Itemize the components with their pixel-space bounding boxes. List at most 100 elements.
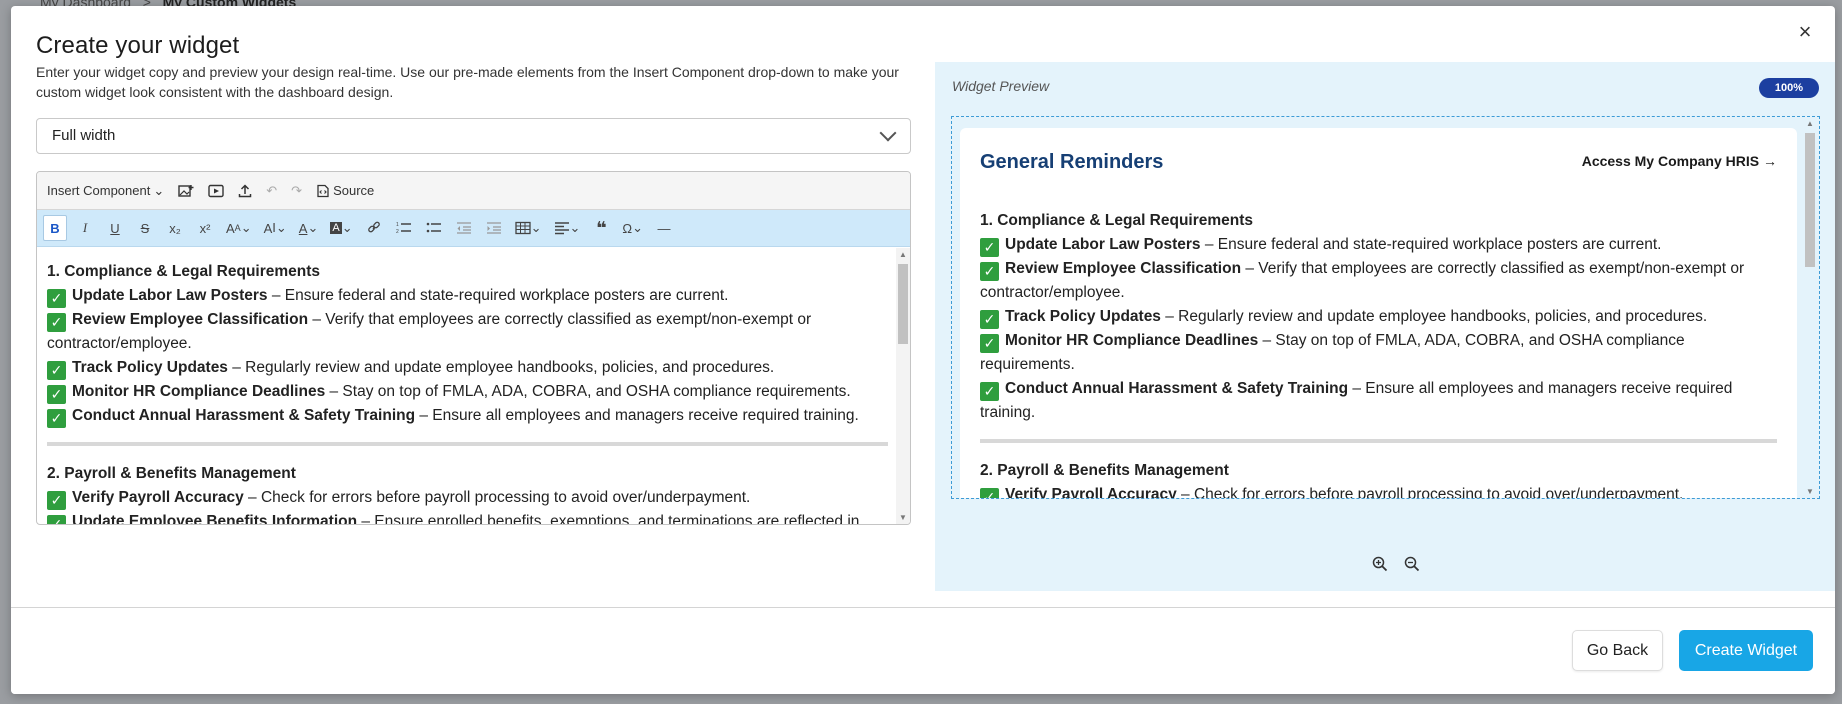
insert-component-label: Insert Component: [47, 183, 151, 198]
create-widget-modal: × Create your widget Enter your widget c…: [11, 6, 1835, 694]
background-color-dropdown[interactable]: A ⌄: [327, 215, 355, 241]
section-heading: 2. Payroll & Benefits Management: [980, 462, 1229, 479]
checklist-item-title: Track Policy Updates: [1005, 308, 1161, 325]
insert-media-icon[interactable]: [208, 184, 224, 198]
background-color-icon: A: [330, 222, 342, 234]
redo-icon[interactable]: ↷: [291, 183, 302, 199]
font-family-icon: A: [263, 220, 273, 236]
checklist-item-title: Conduct Annual Harassment & Safety Train…: [72, 407, 416, 424]
checklist-item: ✓ Track Policy Updates – Regularly review…: [47, 356, 888, 380]
strikethrough-button[interactable]: S: [133, 215, 157, 241]
svg-text:2: 2: [396, 229, 399, 235]
section-heading: 1. Compliance & Legal Requirements: [980, 212, 1254, 229]
font-color-icon: A: [298, 220, 308, 236]
editor-content[interactable]: 1. Compliance & Legal Requirements ✓ Updat…: [47, 260, 888, 524]
width-select[interactable]: Full width: [36, 118, 911, 154]
zoom-level-badge: 100%: [1759, 78, 1819, 98]
chevron-down-icon: ⌄: [153, 182, 165, 198]
widget-preview-panel: Widget Preview 100% General Reminders Ac…: [935, 62, 1835, 591]
checklist-item: ✓ Conduct Annual Harassment & Safety Trai…: [47, 404, 888, 428]
scroll-up-arrow-icon[interactable]: ▲: [1806, 119, 1814, 128]
checklist-item-text: – Ensure federal and state-required work…: [1200, 236, 1662, 253]
checklist-item-title: Update Employee Benefits Information: [72, 513, 358, 524]
link-icon[interactable]: [362, 215, 386, 241]
numbered-list-icon[interactable]: 12: [392, 215, 416, 241]
checklist-item-text: – Check for errors before payroll proces…: [243, 489, 751, 506]
checklist-item: ✓ Monitor HR Compliance Deadlines – Stay …: [980, 329, 1777, 377]
checklist-item-text: – Regularly review and update employee h…: [227, 359, 775, 376]
widget-link[interactable]: Access My Company HRIS →: [1582, 153, 1777, 169]
editor-toolbar-top: Insert Component ⌄ ↶ ↷ Source: [37, 172, 910, 210]
horizontal-line-icon[interactable]: —: [652, 215, 676, 241]
special-character-dropdown[interactable]: Ω ⌄: [619, 215, 646, 241]
checklist-item: ✓ Verify Payroll Accuracy – Check for err…: [47, 486, 888, 510]
indent-icon[interactable]: [482, 215, 506, 241]
checklist-item: ✓ Update Employee Benefits Information – …: [47, 510, 888, 524]
bold-button[interactable]: B: [43, 215, 67, 241]
checklist-item: ✓ Monitor HR Compliance Deadlines – Stay …: [47, 380, 888, 404]
editor-scrollbar[interactable]: ▲ ▼: [896, 248, 910, 524]
table-icon: [514, 221, 531, 235]
font-size-icon: A: [226, 220, 235, 236]
checklist-item: ✓ Review Employee Classification – Verify…: [980, 257, 1777, 305]
scrollbar-thumb[interactable]: [1805, 133, 1815, 267]
zoom-in-icon[interactable]: [1372, 556, 1388, 577]
modal-description: Enter your widget copy and preview your …: [36, 64, 899, 100]
widget-title: General Reminders: [980, 151, 1164, 173]
zoom-out-icon[interactable]: [1404, 556, 1420, 577]
omega-icon: Ω: [622, 220, 633, 236]
checklist-item: ✓ Update Labor Law Posters – Ensure feder…: [47, 284, 888, 308]
checkmark-icon: ✓: [980, 310, 999, 329]
superscript-button[interactable]: x²: [193, 215, 217, 241]
preview-scrollbar[interactable]: ▲ ▼: [1803, 117, 1817, 498]
checklist-item: ✓ Conduct Annual Harassment & Safety Trai…: [980, 377, 1777, 425]
preview-widget-card: General Reminders Access My Company HRIS…: [960, 128, 1797, 499]
outdent-icon[interactable]: [452, 215, 476, 241]
undo-icon[interactable]: ↶: [266, 183, 277, 199]
scrollbar-thumb[interactable]: [898, 264, 908, 344]
upload-icon[interactable]: [238, 183, 252, 198]
align-left-icon: [554, 222, 569, 235]
checkmark-icon: ✓: [47, 361, 66, 380]
close-icon[interactable]: ×: [1793, 20, 1817, 44]
scroll-down-arrow-icon[interactable]: ▼: [899, 513, 907, 522]
font-color-dropdown[interactable]: A ⌄: [296, 215, 322, 241]
modal-footer: Go Back Create Widget: [11, 607, 1835, 694]
table-dropdown[interactable]: ⌄: [512, 215, 545, 241]
align-dropdown[interactable]: ⌄: [551, 215, 584, 241]
width-select-value: Full width: [52, 127, 116, 144]
checklist-item-title: Track Policy Updates: [72, 359, 228, 376]
checkmark-icon: ✓: [980, 238, 999, 257]
create-widget-button[interactable]: Create Widget: [1679, 630, 1813, 671]
checklist-item-title: Monitor HR Compliance Deadlines: [1005, 332, 1259, 349]
checkmark-icon: ✓: [47, 409, 66, 428]
source-button[interactable]: Source: [316, 183, 374, 198]
checklist-item: ✓ Update Labor Law Posters – Ensure feder…: [980, 233, 1777, 257]
go-back-button[interactable]: Go Back: [1572, 630, 1663, 671]
underline-button[interactable]: U: [103, 215, 127, 241]
subscript-button[interactable]: x₂: [163, 215, 187, 241]
insert-component-dropdown[interactable]: Insert Component ⌄: [47, 183, 164, 199]
scroll-up-arrow-icon[interactable]: ▲: [899, 250, 907, 259]
insert-image-icon[interactable]: [178, 184, 194, 198]
preview-label: Widget Preview: [952, 78, 1050, 94]
checklist-item-title: Monitor HR Compliance Deadlines: [72, 383, 326, 400]
horizontal-divider: [980, 439, 1777, 443]
bulleted-list-icon[interactable]: [422, 215, 446, 241]
editor-content-area[interactable]: 1. Compliance & Legal Requirements ✓ Updat…: [37, 248, 910, 524]
font-family-dropdown[interactable]: A I⌄: [261, 215, 290, 241]
blockquote-icon[interactable]: ❝: [589, 215, 613, 241]
editor-toolbar-format: B I U S x₂ x² A A ⌄ A I⌄ A ⌄ A ⌄ 12 ⌄ ⌄ …: [37, 210, 910, 247]
checkmark-icon: ✓: [980, 334, 999, 353]
chevron-down-icon: [879, 124, 897, 142]
modal-title: Create your widget: [36, 32, 240, 59]
scroll-down-arrow-icon[interactable]: ▼: [1806, 487, 1814, 496]
rich-text-editor: Insert Component ⌄ ↶ ↷ Source B I U S x₂…: [36, 171, 911, 525]
source-icon: [317, 184, 329, 197]
checklist-item-text: – Check for errors before payroll proces…: [1176, 486, 1684, 499]
svg-text:1: 1: [396, 222, 399, 228]
font-size-dropdown[interactable]: A A ⌄: [223, 215, 255, 241]
checklist-item-text: – Ensure enrolled benefits, exemptions, …: [357, 513, 860, 524]
checklist-item-title: Update Labor Law Posters: [72, 287, 268, 304]
italic-button[interactable]: I: [73, 215, 97, 241]
